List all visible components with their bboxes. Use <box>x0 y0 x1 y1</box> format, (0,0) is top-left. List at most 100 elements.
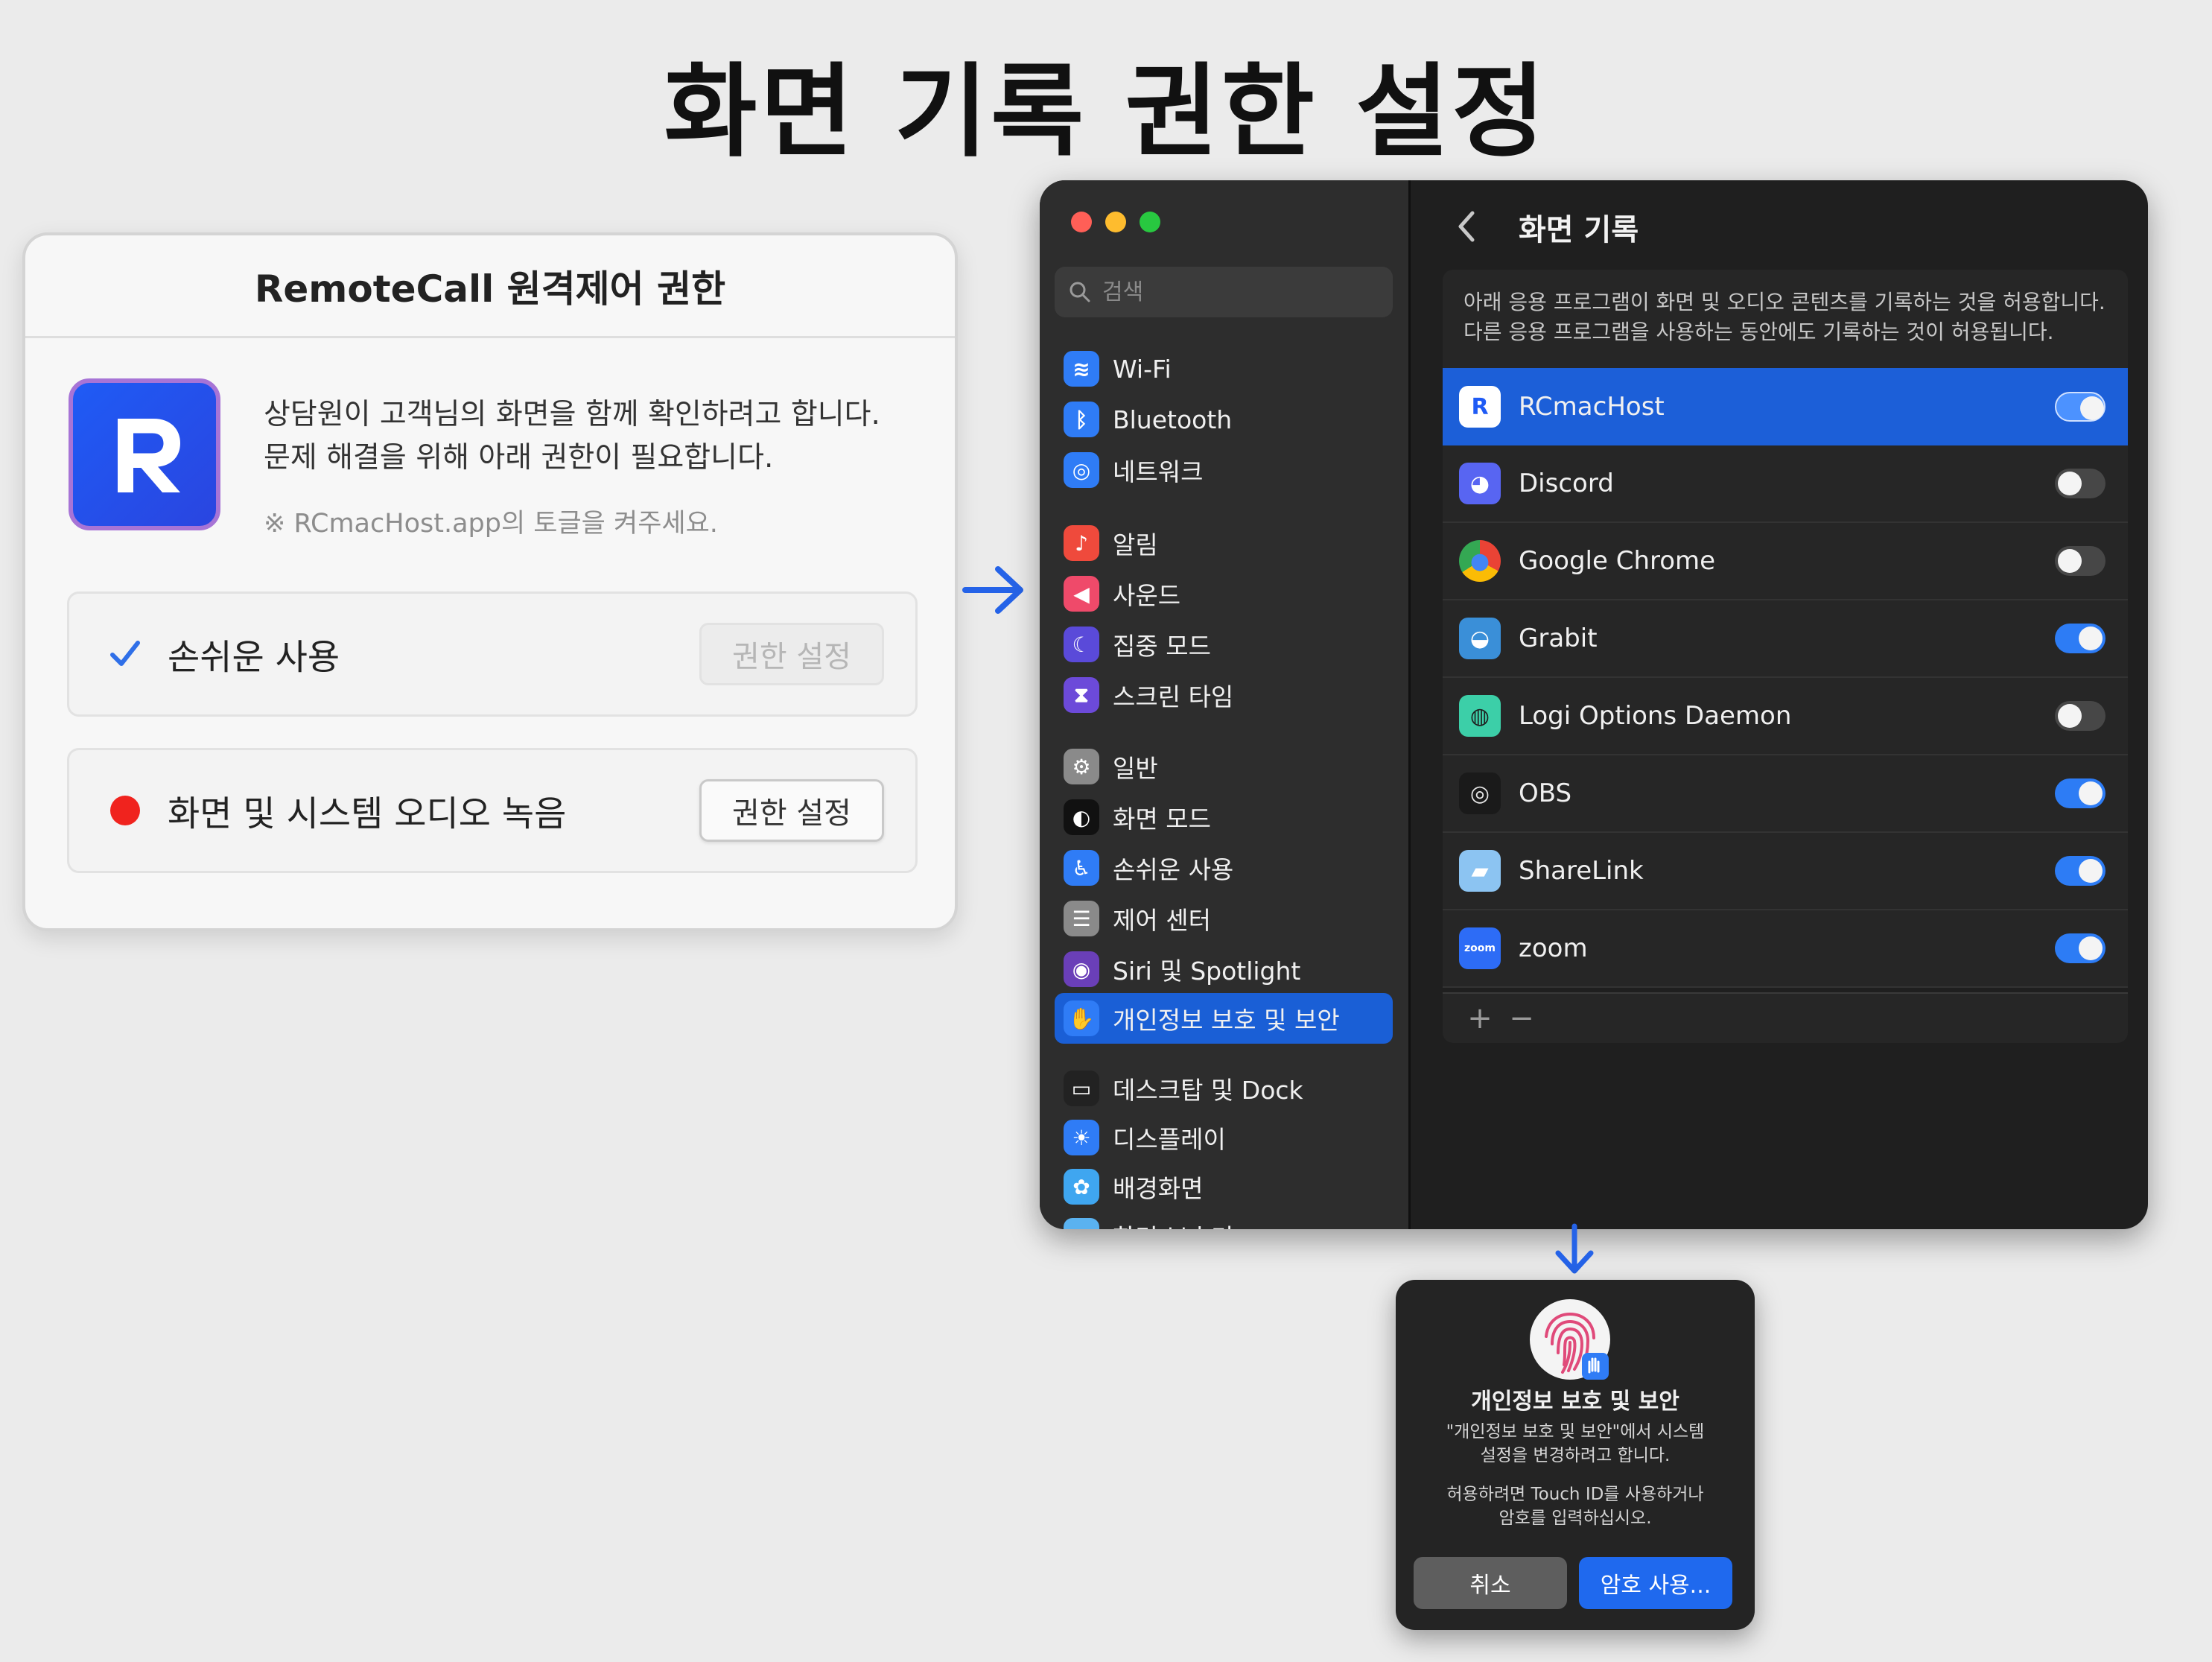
hint-line-1: 허용하려면 Touch ID를 사용하거나 <box>1446 1485 1704 1504</box>
appearance-icon: ◐ <box>1064 799 1099 835</box>
permission-toggle[interactable] <box>2055 933 2105 963</box>
sidebar-item[interactable]: ☾ 집중 모드 <box>1055 623 1393 666</box>
sidebar-item[interactable]: ☰ 제어 센터 <box>1055 897 1393 940</box>
sidebar-item-label: 디스플레이 <box>1113 1125 1226 1154</box>
sidebar-item[interactable]: ▭ 데스크탑 및 Dock <box>1055 1067 1393 1110</box>
app-row[interactable]: ◎ OBS <box>1443 755 2128 833</box>
permission-toggle[interactable] <box>2055 392 2105 422</box>
sidebar-item-label: 데스크탑 및 Dock <box>1113 1076 1303 1105</box>
authentication-dialog: 개인정보 보호 및 보안 "개인정보 보호 및 보안"에서 시스템 설정을 변경… <box>1396 1280 1755 1630</box>
sidebar-item[interactable]: ᛒ Bluetooth <box>1055 398 1393 441</box>
permission-toggle[interactable] <box>2055 856 2105 886</box>
siri-icon: ◉ <box>1064 951 1099 987</box>
grabit-icon: ◒ <box>1459 618 1501 659</box>
app-row[interactable]: R RCmacHost <box>1443 368 2128 445</box>
permission-toggle[interactable] <box>2055 701 2105 731</box>
toggle-knob <box>2058 549 2082 573</box>
dock-icon: ▭ <box>1064 1071 1099 1106</box>
sidebar-item[interactable]: ⚙ 일반 <box>1055 745 1393 788</box>
sidebar-item-label: Siri 및 Spotlight <box>1113 957 1301 986</box>
remotecall-logo-icon <box>69 378 220 530</box>
sidebar-search <box>1055 267 1393 317</box>
system-settings-window: ≋ Wi-Fi ᛒ Bluetooth ◎ 네트워크 ♪ 알림 ◀ 사운드 ☾ 집중 모드 ⧗ 스크린 타… <box>1040 180 2148 1229</box>
use-password-button[interactable]: 암호 사용... <box>1579 1557 1732 1609</box>
permission-settings-button[interactable]: 권한 설정 <box>699 779 884 842</box>
app-name: ShareLink <box>1519 856 1644 886</box>
globe-icon: ◎ <box>1064 452 1099 488</box>
cancel-button[interactable]: 취소 <box>1414 1557 1567 1609</box>
app-name: zoom <box>1519 933 1588 963</box>
auth-title: 개인정보 보호 및 보안 <box>1471 1389 1679 1415</box>
permission-label: 손쉬운 사용 <box>168 637 340 679</box>
toggle-knob <box>2079 859 2103 883</box>
moon-icon: ☾ <box>1064 627 1099 662</box>
toggle-knob <box>2058 472 2082 495</box>
close-window-button[interactable] <box>1071 212 1092 232</box>
sidebar-item[interactable]: ▢ 화면 보호기 <box>1055 1214 1393 1229</box>
pane-description: 아래 응용 프로그램이 화면 및 오디오 콘텐츠를 기록하는 것을 허용합니다.… <box>1443 270 2128 372</box>
sidebar-item[interactable]: ♪ 알림 <box>1055 521 1393 565</box>
sidebar-item[interactable]: ◀ 사운드 <box>1055 572 1393 615</box>
minimize-window-button[interactable] <box>1105 212 1126 232</box>
sidebar-item-label: 화면 보호기 <box>1113 1218 1233 1229</box>
speaker-icon: ◀ <box>1064 576 1099 612</box>
sidebar-item[interactable]: ☀ 디스플레이 <box>1055 1116 1393 1159</box>
add-app-button[interactable]: + <box>1459 1001 1501 1035</box>
gear-icon: ⚙ <box>1064 749 1099 784</box>
fingerprint-icon <box>1530 1299 1610 1380</box>
sharelink-icon: ▰ <box>1459 850 1501 892</box>
zoom-icon: zoom <box>1459 927 1501 969</box>
permission-settings-button-disabled[interactable]: 권한 설정 <box>699 623 884 685</box>
hint-line-2: 암호를 입력하십시오. <box>1498 1509 1652 1528</box>
auth-message: "개인정보 보호 및 보안"에서 시스템 설정을 변경하려고 합니다. <box>1426 1420 1725 1468</box>
app-name: RCmacHost <box>1519 392 1665 422</box>
description-line-2: 다른 응용 프로그램을 사용하는 동안에도 기록하는 것이 허용됩니다. <box>1463 320 2054 344</box>
search-input[interactable] <box>1102 279 1370 305</box>
sidebar-item[interactable]: ✋ 개인정보 보호 및 보안 <box>1055 993 1393 1044</box>
permission-screen-recording: 화면 및 시스템 오디오 녹음 권한 설정 <box>67 748 918 873</box>
message-line-1: "개인정보 보호 및 보안"에서 시스템 <box>1446 1422 1705 1441</box>
message-line-2: 설정을 변경하려고 합니다. <box>1480 1446 1671 1465</box>
auth-hint: 허용하려면 Touch ID를 사용하거나 암호를 입력하십시오. <box>1426 1482 1725 1530</box>
permission-toggle[interactable] <box>2055 778 2105 808</box>
settings-sidebar: ≋ Wi-Fi ᛒ Bluetooth ◎ 네트워크 ♪ 알림 ◀ 사운드 ☾ 집중 모드 ⧗ 스크린 타… <box>1040 180 1411 1229</box>
sidebar-item[interactable]: ◉ Siri 및 Spotlight <box>1055 948 1393 991</box>
hand-icon: ✋ <box>1064 1000 1099 1036</box>
permission-toggle[interactable] <box>2055 546 2105 576</box>
status-dot-icon <box>108 793 142 828</box>
back-chevron-icon[interactable] <box>1453 209 1480 244</box>
search-icon <box>1070 282 1090 302</box>
zoom-window-button[interactable] <box>1140 212 1160 232</box>
rcmachost-icon: R <box>1459 386 1501 428</box>
sidebar-item[interactable]: ◎ 네트워크 <box>1055 448 1393 492</box>
sidebar-item[interactable]: ⧗ 스크린 타임 <box>1055 673 1393 717</box>
remove-app-button[interactable]: − <box>1501 1001 1542 1035</box>
description-line-2: 문제 해결을 위해 아래 권한이 필요합니다. <box>264 441 774 475</box>
sidebar-item-label: 화면 모드 <box>1113 805 1211 834</box>
screen-recording-pane: 화면 기록 아래 응용 프로그램이 화면 및 오디오 콘텐츠를 기록하는 것을 … <box>1413 180 2148 1229</box>
check-icon <box>108 637 142 671</box>
sidebar-item[interactable]: ≋ Wi-Fi <box>1055 347 1393 390</box>
sidebar-item-label: Bluetooth <box>1113 405 1233 434</box>
wifi-icon: ≋ <box>1064 351 1099 387</box>
wallpaper-icon: ✿ <box>1064 1169 1099 1205</box>
arrow-down-icon <box>1555 1223 1594 1274</box>
permission-toggle[interactable] <box>2055 624 2105 653</box>
app-row[interactable]: ● Google Chrome <box>1443 523 2128 600</box>
dialog-description: 상담원이 고객님의 화면을 함께 확인하려고 합니다. 문제 해결을 위해 아래… <box>264 393 919 480</box>
app-row[interactable]: ◕ Discord <box>1443 445 2128 523</box>
sidebar-item-label: 제어 센터 <box>1113 906 1211 935</box>
app-row[interactable]: zoom zoom <box>1443 910 2128 988</box>
app-row[interactable]: ▰ ShareLink <box>1443 833 2128 910</box>
control-center-icon: ☰ <box>1064 901 1099 936</box>
app-permission-list: R RCmacHost ◕ Discord ● Google Chrome ◒ Grabit ◍… <box>1443 368 2128 988</box>
app-row[interactable]: ◒ Grabit <box>1443 600 2128 678</box>
app-row[interactable]: ◍ Logi Options Daemon <box>1443 678 2128 755</box>
toggle-knob <box>2079 781 2103 805</box>
sidebar-item[interactable]: ✿ 배경화면 <box>1055 1165 1393 1208</box>
permission-toggle[interactable] <box>2055 469 2105 498</box>
sidebar-item-label: 네트워크 <box>1113 457 1204 486</box>
sidebar-item[interactable]: ♿ 손쉬운 사용 <box>1055 846 1393 889</box>
pane-title: 화면 기록 <box>1519 213 1639 247</box>
sidebar-item[interactable]: ◐ 화면 모드 <box>1055 796 1393 839</box>
